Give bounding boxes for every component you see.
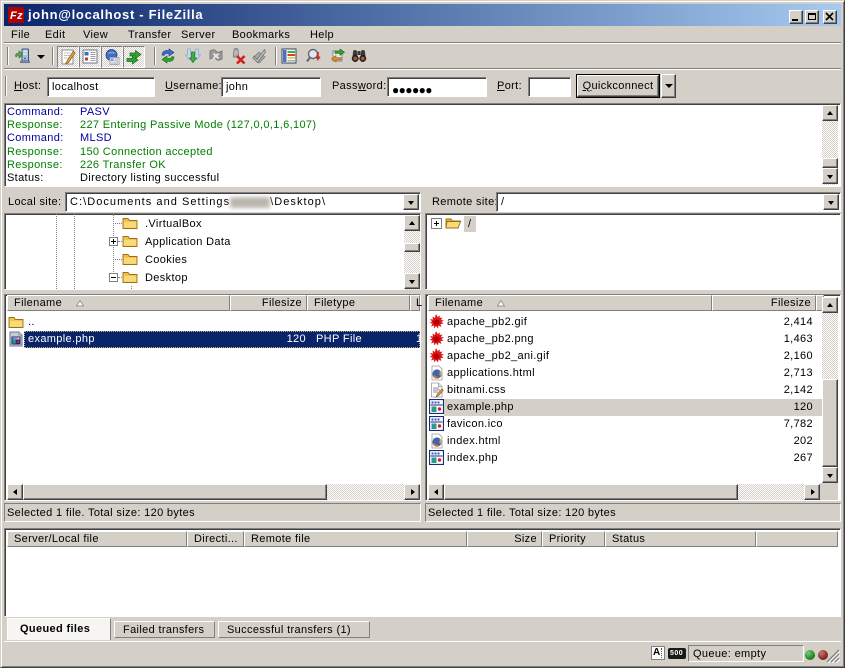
svg-text:Fz: Fz <box>10 10 23 22</box>
